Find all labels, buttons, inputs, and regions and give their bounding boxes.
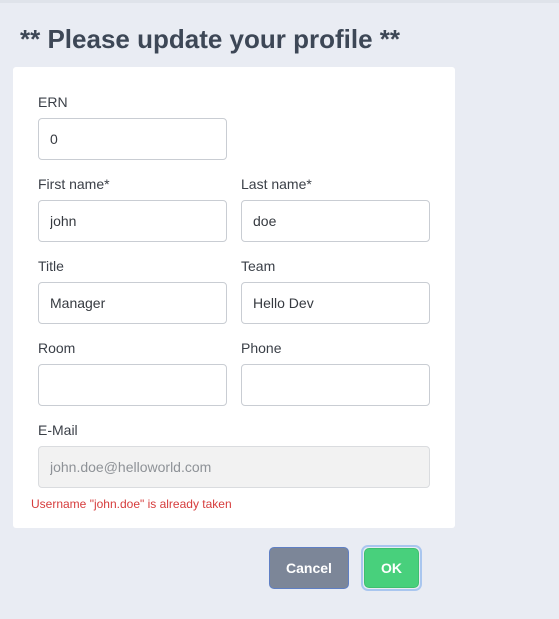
- username-error-message: Username "john.doe" is already taken: [31, 497, 232, 511]
- ern-label: ERN: [38, 94, 68, 110]
- first-name-label: First name*: [38, 176, 110, 192]
- page-title: ** Please update your profile **: [20, 24, 401, 54]
- first-name-input[interactable]: [38, 200, 227, 242]
- cancel-button[interactable]: Cancel: [269, 547, 349, 589]
- room-label: Room: [38, 340, 76, 356]
- email-label: E-Mail: [38, 422, 78, 438]
- last-name-label: Last name*: [241, 176, 312, 192]
- ok-button[interactable]: OK: [364, 548, 419, 588]
- top-strip: [0, 0, 559, 3]
- room-input[interactable]: [38, 364, 227, 406]
- phone-input[interactable]: [241, 364, 430, 406]
- last-name-input[interactable]: [241, 200, 430, 242]
- team-input[interactable]: [241, 282, 430, 324]
- profile-form-card: ERN First name* Last name* Title Team Ro…: [13, 67, 455, 528]
- title-label: Title: [38, 258, 64, 274]
- title-input[interactable]: [38, 282, 227, 324]
- email-input: [38, 446, 430, 488]
- phone-label: Phone: [241, 340, 282, 356]
- ern-input[interactable]: [38, 118, 227, 160]
- team-label: Team: [241, 258, 276, 274]
